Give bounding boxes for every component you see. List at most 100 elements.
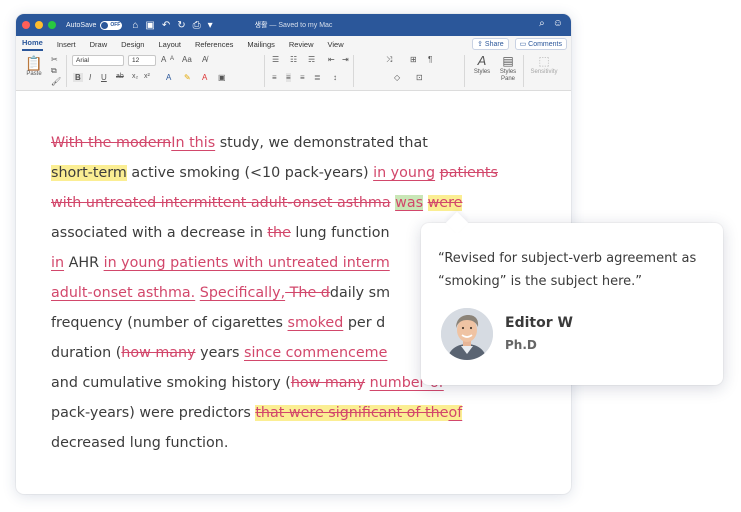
doc-status: — Saved to my Mac [269, 22, 333, 29]
copy-icon[interactable]: ⧉ [51, 66, 57, 76]
comment-author-role: Ph.D [505, 338, 537, 352]
italic-button[interactable]: I [89, 73, 91, 82]
align-right-icon[interactable]: ≡ [300, 73, 305, 82]
tab-insert[interactable]: Insert [57, 40, 76, 51]
styles-icon: A [477, 53, 487, 68]
text-run [423, 195, 428, 211]
justify-icon[interactable]: ≣ [314, 73, 321, 82]
window-controls [22, 21, 56, 29]
paste-button[interactable]: 📋 Paste [24, 55, 44, 77]
styles-pane-button[interactable]: ▤ Styles Pane [496, 53, 520, 83]
undo-icon[interactable]: ↶ [162, 20, 170, 31]
comments-button[interactable]: ▭ Comments [514, 38, 567, 50]
tab-review[interactable]: Review [289, 40, 314, 51]
font-name: Arial [76, 57, 90, 64]
comment-card[interactable]: “Revised for subject-verb agreement as “… [421, 211, 723, 385]
text-run: decreased lung function. [51, 435, 229, 451]
save-icon[interactable]: ▣ [145, 20, 154, 31]
format-painter-icon[interactable]: 🖌 [51, 77, 61, 86]
home-icon[interactable]: ⌂ [132, 20, 138, 31]
styles-button[interactable]: A Styles [471, 53, 493, 75]
deleted-text: how many [121, 345, 196, 361]
inserted-text: in [51, 255, 65, 271]
grow-font-icon[interactable]: A [161, 55, 166, 64]
font-size-select[interactable]: 12 [128, 55, 156, 66]
text-run: pack-years) were predictors [51, 405, 256, 421]
superscript-button[interactable]: x² [144, 73, 150, 80]
decrease-indent-icon[interactable]: ⇤ [328, 55, 335, 64]
highlight-icon[interactable]: ✎ [184, 73, 191, 82]
change-case-button[interactable]: Aa [182, 55, 192, 64]
bullets-icon[interactable]: ☰ [272, 55, 279, 64]
text-run: years [195, 345, 244, 361]
tab-design[interactable]: Design [121, 40, 144, 51]
autosave-label: AutoSave [66, 21, 97, 29]
document-line[interactable]: pack-years) were predictors that were si… [51, 398, 531, 428]
inserted-text: in young [373, 165, 436, 181]
zoom-window-button[interactable] [48, 21, 56, 29]
tab-home[interactable]: Home [22, 38, 43, 51]
doc-name: 생활 [254, 22, 268, 29]
minimize-window-button[interactable] [35, 21, 43, 29]
align-center-icon[interactable]: ≡ [286, 73, 291, 82]
shading-icon[interactable]: ▣ [218, 73, 226, 82]
deleted-text: that were significant of the [255, 405, 449, 421]
shrink-font-icon[interactable]: A [170, 56, 174, 62]
print-icon[interactable]: ⎙ [193, 20, 201, 31]
text-run: daily sm [329, 285, 391, 301]
show-formatting-icon[interactable]: ¶ [428, 55, 432, 64]
sensitivity-button[interactable]: ⬚ Sensitivity [526, 53, 562, 75]
autosave-toggle[interactable]: OFF [100, 20, 123, 30]
search-icon[interactable]: ⌕ [539, 18, 545, 29]
subscript-button[interactable]: x₂ [132, 73, 138, 80]
more-icon[interactable]: ▾ [208, 20, 213, 31]
sort-icon[interactable]: ⤨ [386, 55, 392, 65]
tab-layout[interactable]: Layout [158, 40, 181, 51]
text-run: active smoking (<10 pack-years) [126, 165, 374, 181]
inserted-text: in young patients with untreated interm [103, 255, 390, 271]
clipboard-icon: 📋 [25, 55, 43, 71]
text-run: AHR [64, 255, 104, 271]
highlighted-text: short-term [51, 165, 127, 181]
font-name-select[interactable]: Arial [72, 55, 124, 66]
styles-pane-label-2: Pane [500, 76, 515, 82]
deleted-text: patients [439, 165, 498, 181]
tab-view[interactable]: View [327, 40, 343, 51]
document-line[interactable]: short-term active smoking (<10 pack-year… [51, 158, 531, 188]
bold-button[interactable]: B [73, 73, 83, 82]
borders-icon[interactable]: ⊞ [410, 55, 417, 64]
document-line[interactable]: decreased lung function. [51, 428, 531, 458]
text-effects-icon[interactable]: A [166, 73, 171, 82]
clear-format-icon[interactable]: A̸ [202, 55, 207, 64]
smiley-icon[interactable]: ☺ [553, 18, 563, 29]
text-run: per d [343, 315, 386, 331]
share-label: Share [484, 41, 504, 48]
numbering-icon[interactable]: ☷ [290, 55, 297, 64]
align-left-icon[interactable]: ≡ [272, 73, 277, 82]
cut-icon[interactable]: ✂ [51, 55, 58, 64]
sensitivity-label: Sensitivity [530, 69, 558, 75]
text-run: associated with a decrease in [51, 225, 268, 241]
comments-label: Comments [528, 41, 562, 48]
multilevel-list-icon[interactable]: ☴ [308, 55, 315, 64]
fill-icon[interactable]: ◇ [394, 73, 400, 82]
border-style-icon[interactable]: ⊡ [416, 73, 423, 82]
share-button[interactable]: ⇪ Share [472, 38, 509, 50]
line-spacing-icon[interactable]: ↕ [333, 73, 337, 82]
redo-icon[interactable]: ↻ [177, 20, 185, 31]
tab-references[interactable]: References [195, 40, 233, 51]
tab-draw[interactable]: Draw [90, 40, 108, 51]
strikethrough-button[interactable]: ab [116, 73, 124, 80]
deleted-text: The d [285, 285, 330, 301]
font-color-icon[interactable]: A [202, 73, 207, 82]
sensitivity-icon: ⬚ [538, 54, 550, 68]
document-line[interactable]: With the modernIn this study, we demonst… [51, 128, 531, 158]
increase-indent-icon[interactable]: ⇥ [342, 55, 349, 64]
inserted-text: since commenceme [244, 345, 388, 361]
close-window-button[interactable] [22, 21, 30, 29]
ribbon-toolbar: 📋 Paste ✂ ⧉ 🖌 Arial 12 A A Aa A̸ B I U a… [16, 51, 571, 91]
underline-button[interactable]: U [101, 73, 107, 82]
styles-pane-icon: ▤ [502, 54, 514, 68]
tab-mailings[interactable]: Mailings [247, 40, 275, 51]
inserted-text: of [448, 405, 463, 421]
